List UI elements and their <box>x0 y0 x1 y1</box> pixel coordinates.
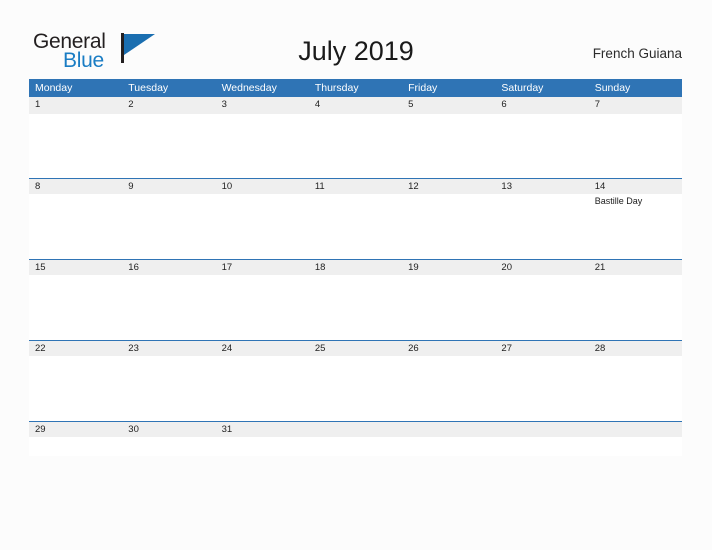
day-event-empty <box>216 356 309 422</box>
day-number[interactable]: 31 <box>216 422 309 437</box>
weekday-header-wednesday: Wednesday <box>221 82 277 94</box>
day-event-empty <box>495 114 588 180</box>
day-empty <box>589 422 682 437</box>
week-event-band: Bastille Day <box>29 194 682 260</box>
page-header: General Blue July 2019 French Guiana <box>0 0 712 79</box>
day-event-empty <box>495 437 588 456</box>
day-event-empty <box>402 356 495 422</box>
day-event-empty <box>29 114 122 180</box>
day-event-empty <box>216 275 309 341</box>
day-event-empty <box>589 275 682 341</box>
day-event-empty <box>29 356 122 422</box>
day-event-empty <box>122 275 215 341</box>
day-number[interactable]: 7 <box>589 97 682 114</box>
day-event-empty <box>589 356 682 422</box>
weekday-header-monday: Monday <box>35 82 73 94</box>
day-event-empty <box>309 114 402 180</box>
day-event-empty <box>402 194 495 260</box>
day-event-empty <box>402 114 495 180</box>
day-number[interactable]: 12 <box>402 179 495 194</box>
week-date-band: 22 23 24 25 26 27 28 <box>29 340 682 356</box>
calendar-week-row: 8 9 10 11 12 13 14 Bastille Day <box>29 178 682 260</box>
day-number[interactable]: 18 <box>309 260 402 275</box>
day-number[interactable]: 30 <box>122 422 215 437</box>
day-number[interactable]: 3 <box>216 97 309 114</box>
day-number[interactable]: 22 <box>29 341 122 356</box>
day-event-empty <box>122 356 215 422</box>
day-number[interactable]: 2 <box>122 97 215 114</box>
day-number[interactable]: 23 <box>122 341 215 356</box>
week-date-band: 15 16 17 18 19 20 21 <box>29 259 682 275</box>
weekday-header-friday: Friday <box>408 82 438 94</box>
day-number[interactable]: 25 <box>309 341 402 356</box>
day-event-empty <box>122 194 215 260</box>
day-event-empty <box>309 437 402 456</box>
day-event-empty <box>216 194 309 260</box>
calendar-week-row: 1234567 <box>29 97 682 180</box>
day-empty <box>309 422 402 437</box>
calendar-week-row: 15 16 17 18 19 20 21 <box>29 259 682 341</box>
day-event-empty <box>309 356 402 422</box>
week-event-band <box>29 356 682 422</box>
day-event-empty <box>589 114 682 180</box>
day-number[interactable]: 16 <box>122 260 215 275</box>
day-event-empty <box>29 437 122 456</box>
day-number[interactable]: 20 <box>495 260 588 275</box>
day-number[interactable]: 19 <box>402 260 495 275</box>
week-date-band: 29 30 31 <box>29 421 682 437</box>
week-event-band <box>29 275 682 341</box>
weekday-header-saturday: Saturday <box>501 82 544 94</box>
day-event-label: Bastille Day <box>594 196 643 206</box>
weekday-header-tuesday: Tuesday <box>128 82 169 94</box>
day-empty <box>495 422 588 437</box>
day-event-empty <box>216 437 309 456</box>
calendar-week-row: 29 30 31 <box>29 421 682 457</box>
calendar-body: 1 2 3 4 5 6 7 8 9 10 11 12 13 14 Bastille Day 15 16 17 18 1… <box>29 97 682 457</box>
day-number[interactable]: 24 <box>216 341 309 356</box>
day-event-empty <box>495 356 588 422</box>
locale-label: French Guiana <box>592 46 682 61</box>
weekday-header-thursday: Thursday <box>314 82 359 94</box>
day-number[interactable]: 8 <box>29 179 122 194</box>
day-number[interactable]: 27 <box>495 341 588 356</box>
weekday-header-sunday: Sunday <box>594 82 631 94</box>
day-number[interactable]: 26 <box>402 341 495 356</box>
day-number[interactable]: 15 <box>29 260 122 275</box>
day-event-empty <box>29 275 122 341</box>
day-event-empty <box>309 194 402 260</box>
calendar-week-row: 22 23 24 25 26 27 28 <box>29 340 682 422</box>
day-number[interactable]: 5 <box>402 97 495 114</box>
day-number[interactable]: 17 <box>216 260 309 275</box>
day-event-empty <box>122 114 215 180</box>
week-event-band <box>29 113 682 180</box>
calendar-grid: Monday Tuesday Wednesday Thursday Friday Satu… <box>29 79 682 457</box>
day-event-empty <box>589 437 682 456</box>
day-number[interactable]: 28 <box>589 341 682 356</box>
day-event-empty <box>29 194 122 260</box>
day-number[interactable]: 9 <box>122 179 215 194</box>
week-date-band: 1234567 <box>29 97 682 114</box>
day-number[interactable]: 11 <box>309 179 402 194</box>
day-event-empty <box>495 194 588 260</box>
day-event-empty <box>216 114 309 180</box>
day-event-empty <box>402 437 495 456</box>
day-number[interactable]: 1 <box>29 97 122 114</box>
day-event-empty <box>495 275 588 341</box>
day-number[interactable]: 14 <box>589 179 682 194</box>
day-number[interactable]: 6 <box>495 97 588 114</box>
day-number[interactable]: 4 <box>309 97 402 114</box>
day-event-empty <box>309 275 402 341</box>
day-empty <box>402 422 495 437</box>
week-date-band: 8 9 10 11 12 13 14 <box>29 178 682 194</box>
weekday-header-row: Monday Tuesday Wednesday Thursday Friday Satu… <box>29 79 682 97</box>
day-event-empty <box>402 275 495 341</box>
day-number[interactable]: 13 <box>495 179 588 194</box>
day-number[interactable]: 29 <box>29 422 122 437</box>
day-number[interactable]: 21 <box>589 260 682 275</box>
day-number[interactable]: 10 <box>216 179 309 194</box>
day-event-empty <box>122 437 215 456</box>
week-event-band <box>29 437 682 456</box>
